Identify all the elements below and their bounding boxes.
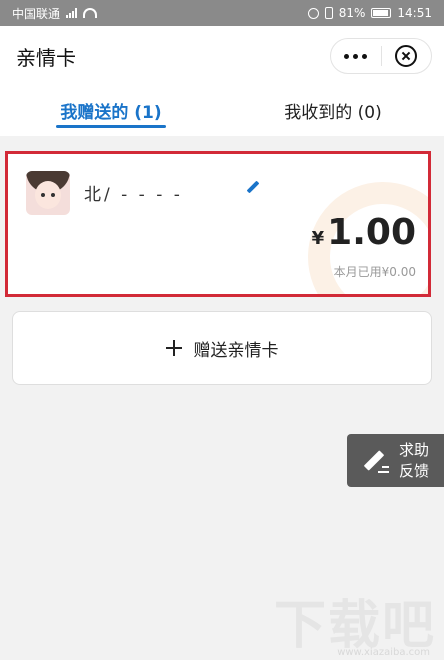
tab-received[interactable]: 我收到的 (0) xyxy=(222,86,444,136)
family-card[interactable]: 北/ - - - - ¥ 1.00 本月已用¥0.00 xyxy=(5,151,431,297)
card-amount: ¥ 1.00 xyxy=(312,212,416,253)
carrier-name: 中国联通 xyxy=(12,6,61,21)
monthly-usage: 本月已用¥0.00 xyxy=(333,265,416,279)
amount-value: 1.00 xyxy=(327,212,416,253)
recipient-name: 北/ - - - - xyxy=(84,185,183,205)
signal-icon xyxy=(66,8,78,18)
clock: 14:51 xyxy=(397,6,432,20)
battery-icon xyxy=(371,8,392,18)
edit-pencil-icon[interactable] xyxy=(246,180,260,194)
edit-feedback-icon xyxy=(359,446,389,476)
vibrate-icon xyxy=(324,7,333,19)
send-button-label: 赠送亲情卡 xyxy=(193,340,279,361)
status-bar: 中国联通 81% 14:51 xyxy=(0,0,444,26)
close-icon xyxy=(395,45,418,67)
send-family-card-button[interactable]: 赠送亲情卡 xyxy=(12,311,432,385)
alarm-icon xyxy=(307,7,319,19)
close-button[interactable] xyxy=(382,39,432,73)
more-button[interactable] xyxy=(331,39,381,73)
tab-bar: 我赠送的 (1) 我收到的 (0) xyxy=(0,86,444,136)
currency-symbol: ¥ xyxy=(311,228,325,249)
tab-sent[interactable]: 我赠送的 (1) xyxy=(0,86,222,136)
more-dots-icon xyxy=(344,53,368,59)
site-watermark: 下载吧 xyxy=(273,596,436,656)
wifi-icon xyxy=(83,8,98,18)
feedback-label: 求助 反馈 xyxy=(399,440,429,482)
feedback-label-line1: 求助 xyxy=(399,440,430,459)
status-right: 81% 14:51 xyxy=(307,6,432,20)
nav-bar: 亲情卡 xyxy=(0,26,444,86)
avatar xyxy=(26,171,70,215)
page-title: 亲情卡 xyxy=(16,45,76,70)
battery-percent: 81% xyxy=(338,6,366,20)
mini-program-capsule xyxy=(330,38,432,74)
site-watermark-url: www.xiazaiba.com xyxy=(337,647,430,658)
plus-icon xyxy=(165,340,182,356)
help-feedback-button[interactable]: 求助 反馈 xyxy=(347,434,444,487)
feedback-label-line2: 反馈 xyxy=(399,461,430,480)
status-left: 中国联通 xyxy=(12,5,98,22)
